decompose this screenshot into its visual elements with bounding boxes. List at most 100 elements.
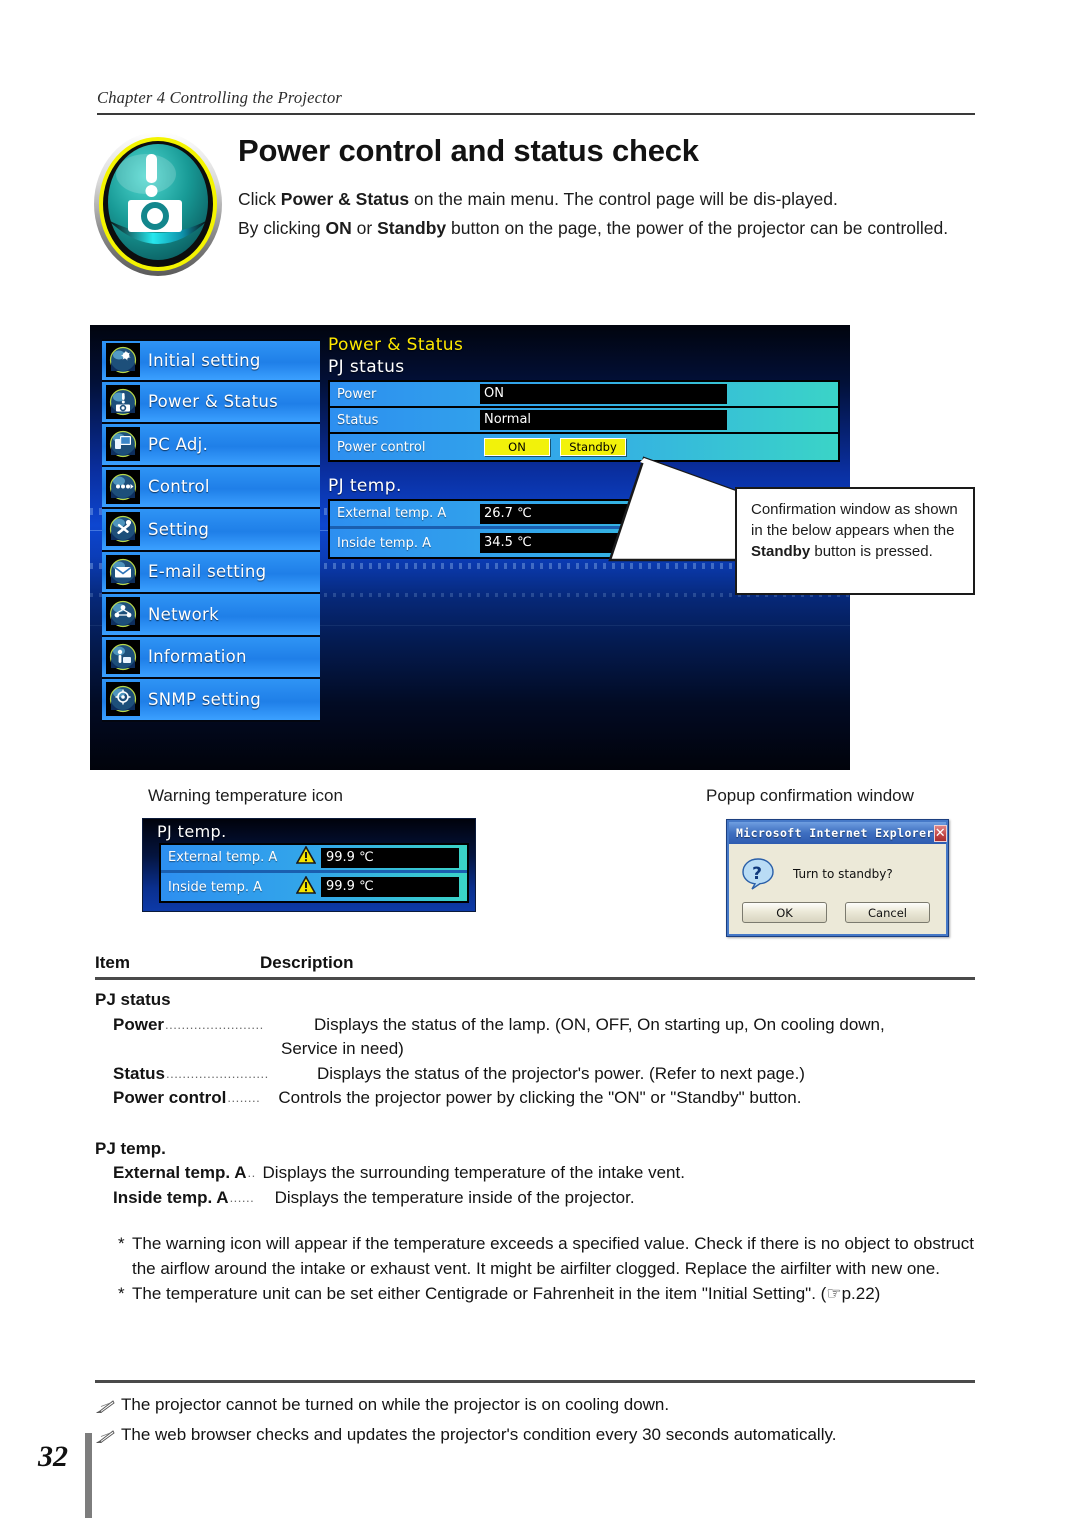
column-header-description: Description: [260, 953, 354, 972]
sidebar-item-setting[interactable]: Setting: [102, 509, 320, 552]
row-label: Power: [337, 386, 377, 402]
monitor-icon: [106, 427, 140, 462]
footnote-text: The warning icon will appear if the temp…: [132, 1234, 974, 1278]
power-standby-button[interactable]: Standby: [560, 438, 626, 456]
callout-note: Confirmation window as shown in the belo…: [735, 487, 975, 595]
description: Displays the status of the lamp. (ON, OF…: [314, 1014, 885, 1034]
sidebar-item-control[interactable]: Control: [102, 466, 320, 509]
pencil-note: The web browser checks and updates the p…: [95, 1421, 980, 1451]
sidebar-item-label: PC Adj.: [148, 434, 209, 454]
cancel-button[interactable]: Cancel: [845, 902, 930, 923]
callout-text-c: button is pressed.: [810, 543, 933, 560]
leader-dots: ......: [229, 1189, 255, 1205]
description-continuation: Service in need): [281, 1039, 404, 1058]
leader-dots: .........................: [165, 1065, 269, 1081]
term: Power control: [113, 1088, 227, 1107]
description: Displays the status of the projector's p…: [316, 1063, 805, 1083]
sidebar-item-information[interactable]: Information: [102, 636, 320, 679]
row-label: External temp. A: [168, 850, 278, 865]
dialog-title: Microsoft Internet Explorer: [736, 826, 934, 840]
row-label: Inside temp. A: [337, 535, 432, 551]
pane-title: Power & Status: [328, 335, 464, 355]
term: External temp. A: [113, 1163, 247, 1182]
warning-triangle-icon: [295, 874, 317, 899]
power-value: ON: [480, 384, 727, 404]
intro-line1-bold: Power & Status: [280, 189, 410, 209]
ie-confirmation-dialog: Microsoft Internet Explorer ✕ ? Turn to …: [726, 819, 949, 937]
projector-warning-logo-icon: [88, 128, 228, 280]
intro-line2-a: By clicking: [238, 217, 326, 238]
term: Power: [113, 1014, 165, 1034]
term: Status: [113, 1063, 165, 1083]
footnote: * The temperature unit can be set either…: [118, 1282, 980, 1307]
inside-temp-value: 34.5 ℃: [480, 533, 727, 553]
sidebar-item-label: Initial setting: [148, 350, 261, 370]
pj-status-table: Power ON Status Normal Power control ON …: [328, 380, 840, 462]
row-label: Power control: [337, 439, 426, 455]
definition-table-header: Item Description: [95, 953, 975, 973]
row-label: Status: [337, 412, 379, 428]
description: Controls the projector power by clicking…: [278, 1088, 802, 1107]
power-on-button[interactable]: ON: [484, 438, 550, 456]
sidebar-nav[interactable]: Initial setting Power & Status PC Adj. C…: [102, 339, 320, 722]
callout-text-bold: Standby: [751, 543, 811, 560]
page-title: Power control and status check: [238, 133, 699, 168]
term: Inside temp. A: [113, 1187, 229, 1207]
table-row: Power control ON Standby: [330, 434, 838, 460]
group-heading-pj-status: PJ status: [95, 990, 171, 1009]
table-row: External temp. A 99.9 ℃: [161, 845, 467, 873]
group-heading-pj-temp: PJ temp.: [95, 1138, 166, 1158]
ok-button[interactable]: OK: [742, 902, 827, 923]
sidebar-item-power-status[interactable]: Power & Status: [102, 381, 320, 424]
dialog-body: ? Turn to standby? OK Cancel: [729, 844, 946, 934]
sidebar-item-label: Power & Status: [148, 392, 279, 412]
pencil-icon: [95, 1391, 121, 1421]
pencil-note: The projector cannot be turned on while …: [95, 1391, 980, 1421]
pencil-note-text: The web browser checks and updates the p…: [121, 1425, 837, 1444]
footer-divider: [95, 1380, 975, 1383]
info-icon: [106, 639, 140, 674]
sidebar-item-initial-setting[interactable]: Initial setting: [102, 339, 320, 382]
footnotes: * The warning icon will appear if the te…: [118, 1232, 980, 1308]
chapter-breadcrumb: Chapter 4 Controlling the Projector: [97, 88, 343, 107]
snmp-icon: [106, 682, 140, 717]
description: Displays the temperature inside of the p…: [274, 1187, 635, 1207]
sidebar-item-network[interactable]: Network: [102, 594, 320, 637]
envelope-icon: [106, 554, 140, 589]
tools-icon: [106, 512, 140, 547]
sidebar-item-label: Network: [148, 604, 219, 624]
remote-control-icon: [106, 469, 140, 504]
page-number: 32: [38, 1440, 68, 1473]
svg-text:?: ?: [752, 864, 762, 884]
description: Displays the surrounding temperature of …: [262, 1163, 685, 1182]
definition-row: Inside temp. A ...... Displays the tempe…: [113, 1186, 980, 1211]
external-temp-value: 26.7 ℃: [480, 503, 727, 524]
leader-dots: ........................: [165, 1016, 264, 1032]
definition-row: Power control ........ Controls the proj…: [113, 1086, 980, 1111]
table-row: Inside temp. A 99.9 ℃: [161, 873, 467, 901]
close-icon[interactable]: ✕: [933, 824, 947, 842]
page-edge-bar: [85, 1433, 92, 1518]
network-icon: [106, 597, 140, 632]
table-row: Power ON: [330, 382, 838, 408]
sidebar-item-label: E-mail setting: [148, 562, 267, 582]
sidebar-item-label: Setting: [148, 519, 210, 539]
header-divider: [97, 113, 975, 115]
warning-triangle-icon: [295, 845, 317, 869]
sidebar-item-email-setting[interactable]: E-mail setting: [102, 551, 320, 594]
definition-row: External temp. A .. Displays the surroun…: [113, 1161, 980, 1186]
sidebar-item-pc-adj[interactable]: PC Adj.: [102, 424, 320, 467]
table-row: Status Normal: [330, 408, 838, 434]
popup-figure-caption: Popup confirmation window: [706, 786, 914, 805]
column-header-item: Item: [95, 953, 130, 972]
leader-dots: ..: [247, 1165, 256, 1180]
status-value: Normal: [480, 410, 727, 430]
inside-temp-value: 99.9 ℃: [321, 877, 459, 897]
sidebar-item-snmp-setting[interactable]: SNMP setting: [102, 679, 320, 722]
power-status-icon: [106, 384, 140, 419]
intro-line1-a: Click: [238, 189, 281, 209]
warning-temperature-figure: PJ temp. External temp. A 99.9 ℃ Inside …: [142, 818, 476, 912]
intro-line2-c: or: [351, 217, 378, 238]
pencil-notes: The projector cannot be turned on while …: [95, 1391, 980, 1451]
footnote-text: The temperature unit can be set either C…: [132, 1284, 881, 1303]
